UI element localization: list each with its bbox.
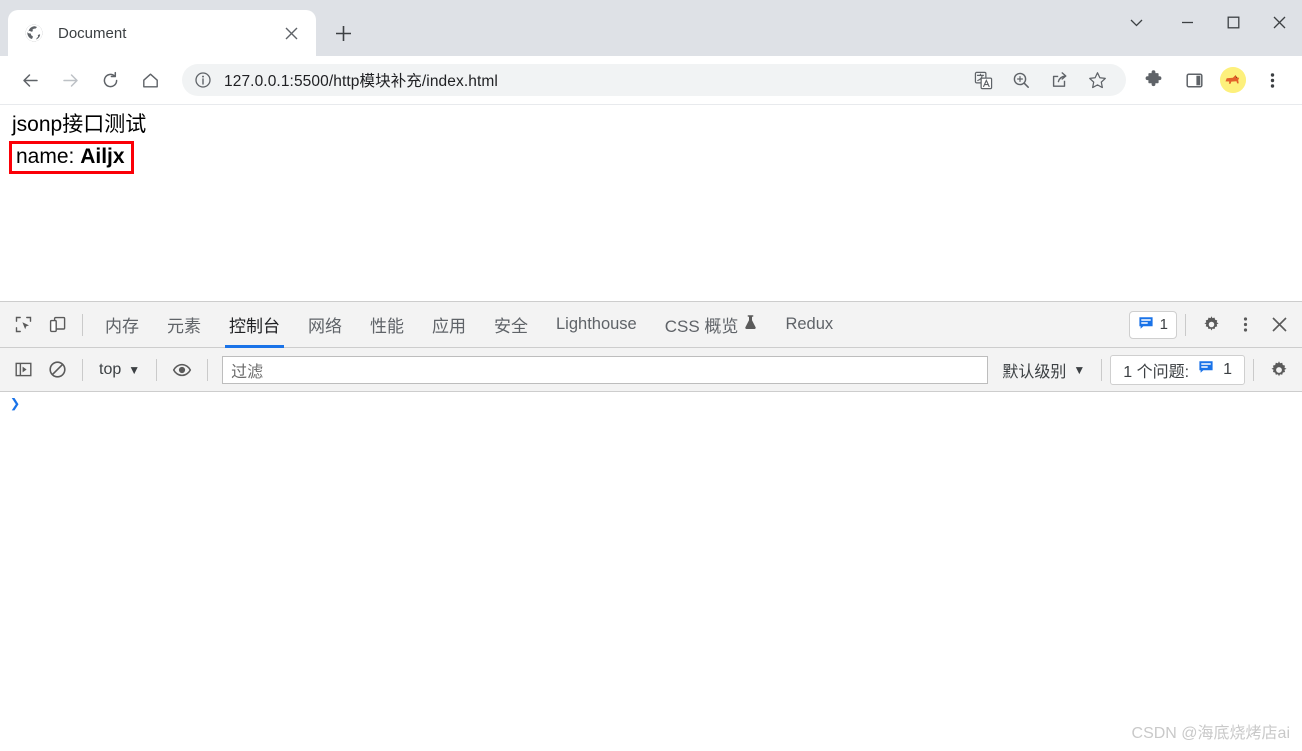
result-label: name: <box>16 145 80 168</box>
chevron-down-icon: ▼ <box>1073 363 1085 377</box>
tab-label: 性能 <box>370 312 404 337</box>
close-icon[interactable] <box>1262 308 1296 342</box>
three-dot-menu-icon[interactable] <box>1228 308 1262 342</box>
inspect-element-icon[interactable] <box>6 308 40 342</box>
tab-label: 网络 <box>308 312 342 337</box>
zoom-icon[interactable] <box>1006 65 1036 95</box>
console-level-selector[interactable]: 默认级别 ▼ <box>994 356 1093 384</box>
devtools-tab-application[interactable]: 应用 <box>418 302 480 348</box>
console-toolbar: top ▼ 过滤 默认级别 ▼ 1 个问题: <box>0 348 1302 392</box>
tab-label: 安全 <box>494 312 528 337</box>
tab-label: 应用 <box>432 312 466 337</box>
device-toolbar-icon[interactable] <box>40 308 74 342</box>
browser-tab-document[interactable]: Document <box>8 10 316 56</box>
three-dot-menu-icon[interactable] <box>1255 63 1289 97</box>
console-output: ❯ CSDN @海底烧烤店ai <box>0 392 1302 751</box>
puzzle-icon[interactable] <box>1137 63 1171 97</box>
tab-label: 内存 <box>105 312 139 337</box>
title-bar: Document <box>0 0 1302 56</box>
tab-search-button[interactable] <box>1108 0 1164 44</box>
issues-badge-count: 1 <box>1160 316 1168 333</box>
devtools-tab-performance[interactable]: 性能 <box>356 302 418 348</box>
toolbar-divider <box>1253 359 1254 381</box>
toolbar-divider <box>207 359 208 381</box>
reload-icon[interactable] <box>93 63 127 97</box>
toolbar-divider <box>82 314 83 336</box>
console-filter-input[interactable]: 过滤 <box>222 356 988 384</box>
console-issues-chip[interactable]: 1 个问题: 1 <box>1110 355 1245 385</box>
page-heading: jsonp接口测试 <box>12 113 1294 138</box>
devtools-tab-console[interactable]: 控制台 <box>215 302 294 348</box>
chevron-down-icon: ▼ <box>128 363 140 377</box>
highlight-annotation-box: name: Ailjx <box>9 141 134 174</box>
devtools-tab-css-overview[interactable]: CSS 概览 <box>651 302 772 348</box>
issues-badge[interactable]: 1 <box>1129 311 1177 339</box>
tab-title: Document <box>58 25 278 42</box>
devtools-panel: 内存 元素 控制台 网络 性能 应用 安全 Lighthouse CSS 概览 … <box>0 301 1302 751</box>
address-bar[interactable]: 127.0.0.1:5500/http模块补充/index.html <box>182 64 1126 96</box>
new-tab-button[interactable] <box>326 16 360 50</box>
devtools-tab-security[interactable]: 安全 <box>480 302 542 348</box>
clear-console-icon[interactable] <box>40 353 74 387</box>
forward-arrow-icon[interactable] <box>53 63 87 97</box>
prompt-caret-icon: ❯ <box>10 396 20 413</box>
tab-label: Lighthouse <box>556 315 637 334</box>
close-window-button[interactable] <box>1256 0 1302 44</box>
issues-label: 1 个问题: <box>1123 358 1189 382</box>
devtools-tab-redux[interactable]: Redux <box>771 302 847 348</box>
jsonp-result-line: name: Ailjx <box>16 145 125 168</box>
page-viewport: jsonp接口测试 name: Ailjx <box>0 104 1302 301</box>
profile-avatar-dog[interactable] <box>1220 67 1246 93</box>
devtools-tab-network[interactable]: 网络 <box>294 302 356 348</box>
back-arrow-icon[interactable] <box>13 63 47 97</box>
result-value: Ailjx <box>80 145 124 168</box>
level-label: 默认级别 <box>1002 358 1066 382</box>
gear-icon[interactable] <box>1262 353 1296 387</box>
toolbar-divider <box>1101 359 1102 381</box>
share-icon[interactable] <box>1044 65 1074 95</box>
toolbar-divider <box>156 359 157 381</box>
toolbar-divider <box>82 359 83 381</box>
maximize-button[interactable] <box>1210 0 1256 44</box>
tab-label: CSS 概览 <box>665 312 739 337</box>
side-panel-icon[interactable] <box>1177 63 1211 97</box>
browser-window: Document <box>0 0 1302 751</box>
message-bubble-icon <box>1198 359 1214 380</box>
info-circle-icon[interactable] <box>194 71 212 89</box>
tab-label: Redux <box>785 315 833 334</box>
address-bar-url[interactable]: 127.0.0.1:5500/http模块补充/index.html <box>224 69 498 91</box>
message-bubble-icon <box>1138 315 1154 335</box>
watermark: CSDN @海底烧烤店ai <box>1132 719 1290 743</box>
console-sidebar-icon[interactable] <box>6 353 40 387</box>
window-controls <box>1108 0 1302 44</box>
devtools-tab-bar: 内存 元素 控制台 网络 性能 应用 安全 Lighthouse CSS 概览 … <box>0 302 1302 348</box>
devtools-tab-bar-right: 1 <box>1129 308 1302 342</box>
globe-icon <box>24 23 44 43</box>
minimize-button[interactable] <box>1164 0 1210 44</box>
gear-icon[interactable] <box>1194 308 1228 342</box>
toolbar-divider <box>1185 314 1186 336</box>
devtools-tab-lighthouse[interactable]: Lighthouse <box>542 302 651 348</box>
home-icon[interactable] <box>133 63 167 97</box>
console-context-selector[interactable]: top ▼ <box>91 356 148 384</box>
context-label: top <box>99 361 121 379</box>
live-expression-eye-icon[interactable] <box>165 353 199 387</box>
navigation-toolbar: 127.0.0.1:5500/http模块补充/index.html <box>0 56 1302 104</box>
omnibox-actions <box>964 65 1116 95</box>
issues-count: 1 <box>1223 361 1232 379</box>
translate-icon[interactable] <box>968 65 998 95</box>
bookmark-star-icon[interactable] <box>1082 65 1112 95</box>
filter-placeholder: 过滤 <box>231 358 263 382</box>
tab-strip: Document <box>0 0 360 56</box>
browser-toolbar-right <box>1134 63 1292 97</box>
console-prompt-row[interactable]: ❯ <box>0 392 1302 418</box>
tab-label: 元素 <box>167 312 201 337</box>
devtools-tab-elements[interactable]: 元素 <box>153 302 215 348</box>
tab-close-icon[interactable] <box>278 20 304 46</box>
tab-label: 控制台 <box>229 312 280 337</box>
flask-icon <box>744 315 757 335</box>
devtools-tab-memory[interactable]: 内存 <box>91 302 153 348</box>
